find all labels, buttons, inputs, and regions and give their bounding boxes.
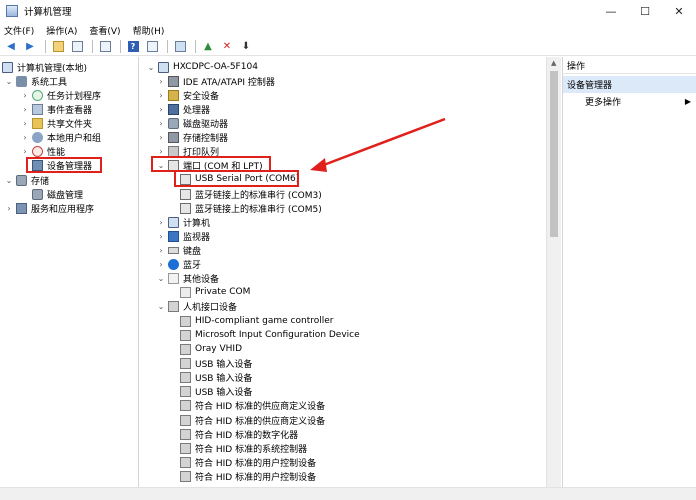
- expand-chevron-icon[interactable]: ›: [20, 147, 30, 156]
- tree-root[interactable]: 计算机管理(本地): [2, 60, 87, 74]
- task-scheduler-icon: [32, 89, 43, 101]
- users-icon: [32, 131, 43, 143]
- tree-task-scheduler[interactable]: › 任务计划程序: [20, 88, 101, 102]
- tree-label: 共享文件夹: [47, 119, 93, 130]
- help-icon[interactable]: ?: [125, 39, 141, 55]
- expand-chevron-icon[interactable]: ›: [20, 91, 30, 100]
- expand-chevron-icon[interactable]: ›: [20, 119, 30, 128]
- shared-folder-icon: [32, 117, 43, 129]
- scan-hardware-icon[interactable]: ⬇: [238, 39, 254, 55]
- toolbar-separator: [45, 40, 46, 53]
- forward-icon[interactable]: ▶: [22, 39, 38, 55]
- storage-icon: [16, 174, 27, 186]
- console-tree: 计算机管理(本地) ⌄ 系统工具 › 任务计划程序 › 事件查看器 › 共享文件…: [0, 57, 139, 487]
- arrow-shaft: [320, 117, 446, 168]
- tree-services-apps[interactable]: › 服务和应用程序: [4, 201, 94, 215]
- tree-label: 事件查看器: [47, 105, 93, 116]
- minimize-button[interactable]: —: [594, 0, 628, 22]
- scroll-thumb[interactable]: [550, 71, 558, 237]
- expand-chevron-icon[interactable]: ›: [4, 204, 14, 213]
- tree-label: 服务和应用程序: [31, 204, 95, 215]
- performance-icon: [32, 145, 43, 157]
- menu-view[interactable]: 查看(V): [89, 24, 120, 37]
- back-icon[interactable]: ◀: [3, 39, 19, 55]
- view-icon[interactable]: [144, 39, 160, 55]
- tree-label: 存储: [31, 176, 50, 187]
- show-hide-tree-icon[interactable]: [69, 39, 85, 55]
- title-bar: 计算机管理 — ☐ ✕: [0, 0, 696, 22]
- system-tools-icon: [16, 75, 27, 87]
- maximize-button[interactable]: ☐: [628, 0, 662, 22]
- chevron-right-icon: ▶: [684, 97, 691, 106]
- monitor-icon[interactable]: [172, 39, 188, 55]
- more-actions-label: 更多操作: [585, 98, 622, 108]
- menu-bar: 文件(F) 操作(A) 查看(V) 帮助(H): [0, 22, 696, 38]
- arrow-head: [310, 158, 327, 172]
- expand-chevron-icon[interactable]: ›: [20, 133, 30, 142]
- tree-label: 磁盘管理: [47, 190, 84, 201]
- toolbar-separator: [120, 40, 121, 53]
- collapse-chevron-icon[interactable]: ⌄: [4, 176, 14, 185]
- vertical-scrollbar[interactable]: ▲: [546, 57, 561, 487]
- annotation-arrow: [310, 117, 446, 172]
- tree-disk-management[interactable]: 磁盘管理: [32, 187, 83, 201]
- toolbar-separator: [92, 40, 93, 53]
- tree-label: 任务计划程序: [47, 91, 102, 102]
- tree-system-tools[interactable]: ⌄ 系统工具: [4, 74, 67, 88]
- expand-chevron-icon[interactable]: ›: [20, 105, 30, 114]
- actions-selected-item[interactable]: 设备管理器: [563, 76, 696, 93]
- up-folder-icon[interactable]: [50, 39, 66, 55]
- device-manager-icon: [32, 159, 43, 171]
- tree-local-users[interactable]: › 本地用户和组: [20, 130, 101, 144]
- toolbar-separator: [195, 40, 196, 53]
- computer-icon: [2, 61, 13, 73]
- close-button[interactable]: ✕: [662, 0, 696, 22]
- collapse-chevron-icon[interactable]: ⌄: [4, 77, 14, 86]
- tree-label: 本地用户和组: [47, 133, 102, 144]
- toolbar-separator: [167, 40, 168, 53]
- tree-storage[interactable]: ⌄ 存储: [4, 173, 49, 187]
- tree-performance[interactable]: › 性能: [20, 144, 65, 158]
- actions-header: 操作: [563, 57, 696, 74]
- actions-pane: 操作 设备管理器 更多操作 ▶: [562, 57, 696, 487]
- menu-file[interactable]: 文件(F): [4, 24, 34, 37]
- device-tree: ⌄ HXCDPC-OA-5F104 › IDE ATA/ATAPI 控制器 › …: [140, 57, 546, 487]
- tree-label: 设备管理器: [47, 161, 93, 172]
- more-actions[interactable]: 更多操作 ▶: [563, 94, 696, 109]
- tree-device-manager[interactable]: 设备管理器: [32, 158, 92, 172]
- menu-help[interactable]: 帮助(H): [133, 24, 165, 37]
- services-icon: [16, 202, 27, 214]
- tree-label: 性能: [47, 147, 66, 158]
- scroll-up-icon[interactable]: ▲: [551, 59, 556, 67]
- tree-label: 计算机管理(本地): [17, 63, 88, 74]
- uninstall-icon[interactable]: ✕: [219, 39, 235, 55]
- computer-management-icon: [6, 5, 18, 17]
- tree-label: 系统工具: [31, 77, 68, 88]
- properties-icon[interactable]: [97, 39, 113, 55]
- event-viewer-icon: [32, 103, 43, 115]
- toolbar: ◀ ▶ ? ▲ ✕ ⬇: [0, 38, 696, 56]
- window-title: 计算机管理: [24, 7, 72, 18]
- horizontal-scrollbar[interactable]: [0, 487, 696, 500]
- menu-action[interactable]: 操作(A): [46, 24, 77, 37]
- tree-shared-folders[interactable]: › 共享文件夹: [20, 116, 92, 130]
- disk-management-icon: [32, 188, 43, 200]
- update-driver-icon[interactable]: ▲: [200, 39, 216, 55]
- tree-event-viewer[interactable]: › 事件查看器: [20, 102, 92, 116]
